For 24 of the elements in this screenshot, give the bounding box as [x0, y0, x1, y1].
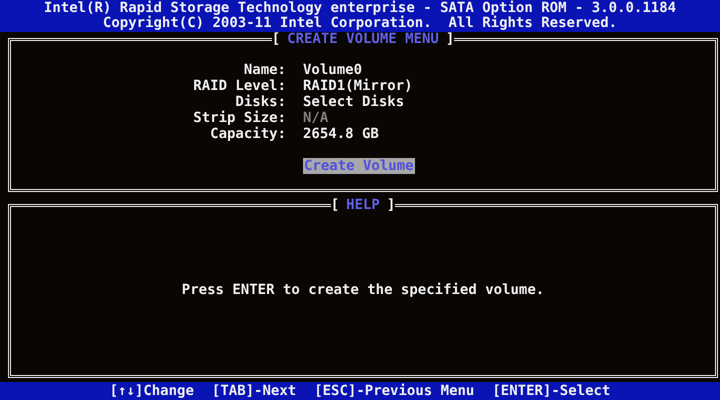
bracket-text: ] — [386, 197, 396, 213]
field-label: Disks: — [234, 94, 286, 110]
panel-title: HELP — [346, 197, 380, 213]
field-value: RAID1(Mirror) — [303, 78, 414, 94]
panel-title: CREATE VOLUME MENU — [287, 31, 439, 47]
field-label: Name: — [242, 62, 286, 78]
field-label: Capacity: — [209, 126, 286, 142]
field-label: RAID Level: — [192, 78, 286, 94]
bracket-text: ] — [444, 31, 454, 47]
create-volume-button[interactable]: Create Volume — [303, 158, 415, 174]
field-value: Volume0 — [303, 62, 364, 78]
bracket-text: [ — [330, 197, 340, 213]
key-hint: [ENTER]-Select — [492, 383, 610, 399]
header-title: Intel(R) Rapid Storage Technology enterprise - SATA Option ROM - 3.0.0.1184 — [44, 1, 676, 16]
field-value: N/A — [303, 110, 330, 126]
field-value: Select Disks — [303, 94, 406, 110]
field-value: 2654.8 GB — [303, 126, 380, 142]
key-hint: [↑↓]Change — [110, 383, 194, 399]
field-label: Strip Size: — [192, 110, 286, 126]
bracket-text: [ — [272, 31, 282, 47]
help-text: Press ENTER to create the specified volume. — [182, 282, 544, 298]
key-hint: [TAB]-Next — [212, 383, 296, 399]
key-hint: [ESC]-Previous Menu — [314, 383, 474, 399]
copyright-text: Copyright(C) 2003-11 Intel Corporation. All Rights Reserved. — [102, 16, 618, 31]
